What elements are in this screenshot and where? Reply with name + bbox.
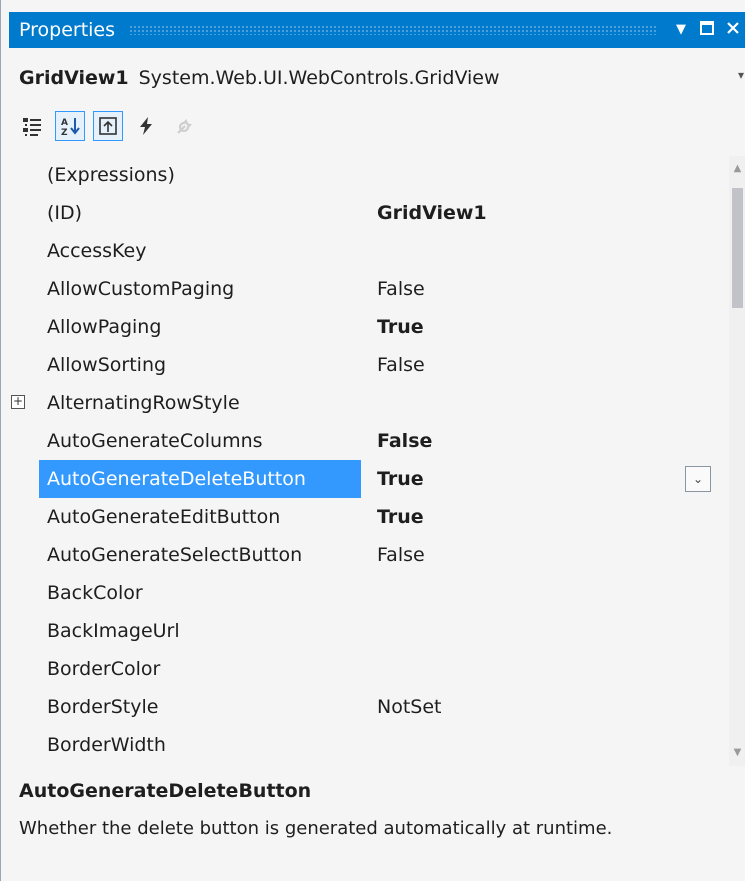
property-name[interactable]: (Expressions) bbox=[47, 156, 175, 194]
title-bar[interactable]: Properties ▼ bbox=[9, 12, 745, 48]
description-pane: AutoGenerateDeleteButton Whether the del… bbox=[9, 770, 745, 881]
property-value[interactable]: True bbox=[377, 308, 424, 346]
property-row[interactable]: AllowSorting False bbox=[9, 346, 729, 384]
property-name[interactable]: AutoGenerateSelectButton bbox=[47, 536, 302, 574]
properties-toolbar: A Z bbox=[9, 104, 745, 148]
window-title: Properties bbox=[19, 19, 116, 41]
property-value[interactable]: False bbox=[377, 346, 425, 384]
property-name[interactable]: AccessKey bbox=[47, 232, 147, 270]
property-row[interactable]: AutoGenerateDeleteButton True ⌄ bbox=[9, 460, 729, 498]
property-value[interactable]: GridView1 bbox=[377, 194, 487, 232]
property-row[interactable]: BackImageUrl bbox=[9, 612, 729, 650]
property-row[interactable]: BackColor bbox=[9, 574, 729, 612]
property-value[interactable]: False bbox=[377, 536, 425, 574]
chevron-down-icon[interactable]: ▾ bbox=[738, 68, 744, 82]
object-type: System.Web.UI.WebControls.GridView bbox=[138, 67, 500, 89]
property-row[interactable]: (Expressions) bbox=[9, 156, 729, 194]
description-title: AutoGenerateDeleteButton bbox=[19, 780, 312, 802]
object-name: GridView1 bbox=[19, 67, 129, 89]
property-name[interactable]: BorderColor bbox=[47, 650, 160, 688]
property-value[interactable]: False bbox=[377, 422, 432, 460]
value-dropdown-button[interactable]: ⌄ bbox=[685, 466, 711, 492]
property-name[interactable]: AllowPaging bbox=[47, 308, 161, 346]
property-name[interactable]: (ID) bbox=[47, 194, 82, 232]
description-text: Whether the delete button is generated a… bbox=[19, 818, 613, 839]
property-row[interactable]: (ID) GridView1 bbox=[9, 194, 729, 232]
property-name[interactable]: BorderWidth bbox=[47, 726, 166, 764]
property-name[interactable]: AllowSorting bbox=[47, 346, 166, 384]
property-pages-wrench-icon[interactable] bbox=[169, 111, 199, 141]
property-value[interactable]: True bbox=[377, 460, 424, 498]
property-row[interactable]: AutoGenerateColumns False bbox=[9, 422, 729, 460]
property-name[interactable]: BackColor bbox=[47, 574, 143, 612]
pin-dropdown-icon[interactable]: ▼ bbox=[668, 12, 694, 48]
property-row[interactable]: AllowPaging True bbox=[9, 308, 729, 346]
property-name[interactable]: AutoGenerateEditButton bbox=[47, 498, 280, 536]
property-row[interactable]: AccessKey bbox=[9, 232, 729, 270]
properties-window: Properties ▼ GridView1 System.Web.UI.Web… bbox=[0, 0, 745, 881]
property-value[interactable]: True bbox=[377, 498, 424, 536]
property-name[interactable]: BackImageUrl bbox=[47, 612, 180, 650]
scroll-up-icon[interactable]: ▲ bbox=[729, 160, 745, 178]
property-name[interactable]: AlternatingRowStyle bbox=[47, 384, 240, 422]
title-grip[interactable] bbox=[129, 25, 656, 35]
object-selector[interactable]: GridView1 System.Web.UI.WebControls.Grid… bbox=[9, 58, 745, 98]
vertical-scrollbar[interactable]: ▲ ▼ bbox=[729, 156, 745, 766]
properties-icon[interactable] bbox=[93, 111, 123, 141]
property-name[interactable]: AutoGenerateDeleteButton bbox=[39, 460, 361, 498]
property-value[interactable]: False bbox=[377, 270, 425, 308]
property-row[interactable]: BorderColor bbox=[9, 650, 729, 688]
svg-text:Z: Z bbox=[61, 128, 68, 137]
property-row[interactable]: BorderWidth bbox=[9, 726, 729, 764]
maximize-icon[interactable] bbox=[694, 12, 720, 48]
property-row[interactable]: AutoGenerateSelectButton False bbox=[9, 536, 729, 574]
property-row[interactable]: AutoGenerateEditButton True bbox=[9, 498, 729, 536]
property-grid: (Expressions) (ID) GridView1 AccessKey Allow… bbox=[9, 156, 729, 766]
close-icon[interactable] bbox=[720, 12, 745, 48]
property-row[interactable]: BorderStyle NotSet bbox=[9, 688, 729, 726]
categorized-icon[interactable] bbox=[17, 111, 47, 141]
property-name[interactable]: BorderStyle bbox=[47, 688, 158, 726]
events-lightning-icon[interactable] bbox=[131, 111, 161, 141]
scrollbar-thumb[interactable] bbox=[732, 188, 743, 308]
property-name[interactable]: AllowCustomPaging bbox=[47, 270, 234, 308]
svg-text:A: A bbox=[61, 118, 68, 128]
property-value[interactable]: NotSet bbox=[377, 688, 442, 726]
property-name[interactable]: AutoGenerateColumns bbox=[47, 422, 263, 460]
property-row[interactable]: + AlternatingRowStyle bbox=[9, 384, 729, 422]
alphabetical-icon[interactable]: A Z bbox=[55, 111, 85, 141]
scroll-down-icon[interactable]: ▼ bbox=[729, 744, 745, 762]
property-row[interactable]: AllowCustomPaging False bbox=[9, 270, 729, 308]
expand-plus-icon[interactable]: + bbox=[11, 395, 25, 409]
